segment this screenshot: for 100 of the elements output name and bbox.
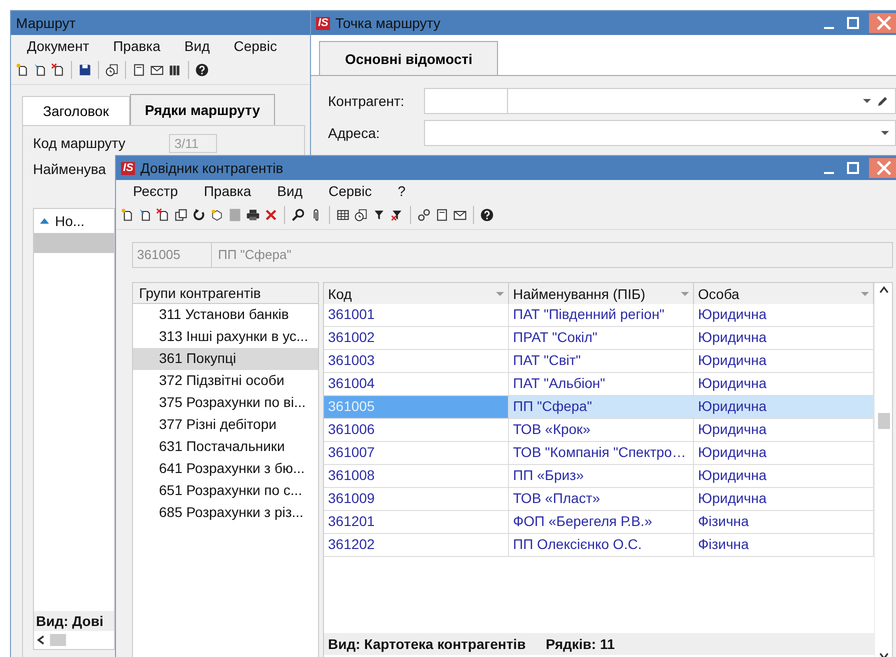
edit-document-icon[interactable] (138, 208, 152, 222)
menu-item[interactable]: Документ (15, 38, 102, 58)
menu-item[interactable]: Сервіс (315, 183, 385, 203)
group-item[interactable]: 361 Покупці (133, 348, 318, 370)
group-item[interactable]: 631 Постачальники (133, 436, 318, 458)
refresh-icon[interactable] (192, 208, 206, 222)
group-item[interactable]: 685 Розрахунки з різ... (133, 502, 318, 524)
table-cell: Юридична (694, 304, 874, 326)
combo-field[interactable] (424, 88, 896, 114)
table-row[interactable]: 361202 ПП Олексієнко О.С. Фізична (324, 534, 874, 557)
table-icon[interactable] (336, 208, 350, 222)
column-header[interactable]: Код (324, 283, 509, 304)
close-icon[interactable] (869, 157, 896, 179)
column-header[interactable]: Найменування (ПІБ) (509, 283, 694, 304)
dropdown-icon[interactable] (881, 131, 889, 135)
books-icon[interactable] (168, 63, 182, 77)
help-icon[interactable] (195, 63, 209, 77)
clear-filter-icon[interactable] (390, 208, 404, 222)
mail-icon[interactable] (150, 63, 164, 77)
column-header[interactable]: Особа (694, 283, 874, 304)
printer-icon[interactable] (246, 208, 260, 222)
table-row[interactable]: 361008 ПП «Бриз» Юридична (324, 465, 874, 488)
menu-item[interactable]: Вид (172, 38, 222, 58)
table-cell: 361005 (324, 396, 509, 418)
help-icon[interactable] (480, 208, 494, 222)
table-cell: 361003 (324, 350, 509, 372)
column-header: Групи контрагентів (133, 283, 318, 304)
copy-icon[interactable] (174, 208, 188, 222)
clock-document-icon[interactable] (105, 63, 119, 77)
table-row[interactable]: 361006 ТОВ «Крок» Юридична (324, 419, 874, 442)
group-item[interactable]: 372 Підзвітні особи (133, 370, 318, 392)
search-icon[interactable] (291, 208, 305, 222)
dropdown-icon[interactable] (863, 99, 871, 103)
combo-field[interactable] (424, 120, 896, 146)
form-icon[interactable] (132, 63, 146, 77)
table-row[interactable]: 361001 ПАТ "Південний регіон" Юридична (324, 304, 874, 327)
tab[interactable]: Рядки маршруту (130, 94, 276, 125)
menu-item[interactable]: ? (384, 183, 419, 203)
menu-item[interactable]: Реєстр (120, 183, 191, 203)
scroll-up-icon[interactable] (878, 285, 888, 295)
table-cell: ТОВ «Крок» (509, 419, 694, 441)
field-label: Найменува (33, 161, 106, 177)
table-cell: 361004 (324, 373, 509, 395)
group-item[interactable]: 311 Установи банків (133, 304, 318, 326)
scrollbar[interactable] (874, 283, 892, 657)
close-icon[interactable] (869, 12, 896, 34)
name-text: ПП "Сфера" (217, 246, 292, 264)
sort-up-icon (40, 218, 49, 224)
table-cell: ТОВ «Пласт» (509, 488, 694, 510)
scroll-thumb[interactable] (50, 634, 66, 646)
group-item[interactable]: 641 Розрахунки з бю... (133, 458, 318, 480)
menu-item[interactable]: Правка (101, 38, 172, 58)
scroll-thumb[interactable] (878, 413, 890, 429)
table-cell: 361002 (324, 327, 509, 349)
table-cell: 361001 (324, 304, 509, 326)
table-cell: ТОВ "Компанія "Спектро… (509, 442, 694, 464)
table-cell: Фізична (694, 511, 874, 533)
menu-item[interactable]: Вид (264, 183, 316, 203)
window-title: Довідник контрагентів (140, 160, 284, 176)
delete-document-icon[interactable] (51, 63, 65, 77)
mail-icon[interactable] (453, 208, 467, 222)
table-cell: 361202 (324, 534, 509, 556)
table-cell: Юридична (694, 327, 874, 349)
add-document-icon[interactable] (15, 63, 29, 77)
pencil-icon[interactable] (877, 95, 889, 107)
table-cell: Юридична (694, 442, 874, 464)
table-cell: 361201 (324, 511, 509, 533)
add-document-icon[interactable] (120, 208, 134, 222)
group-item[interactable]: 651 Розрахунки по с... (133, 480, 318, 502)
status-text: Вид: Дові (34, 611, 114, 631)
form-icon[interactable] (435, 208, 449, 222)
field-label: Адреса: (328, 125, 381, 141)
group-item[interactable]: 313 Інші рахунки в ус... (133, 326, 318, 348)
status-text: Вид: Картотека контрагентів (328, 636, 526, 652)
group-item[interactable]: 377 Різні дебітори (133, 414, 318, 436)
tab[interactable]: Заголовок (22, 96, 130, 125)
table-row[interactable]: 361007 ТОВ "Компанія "Спектро… Юридична (324, 442, 874, 465)
clock-document-icon[interactable] (354, 208, 368, 222)
tab[interactable]: Основні відомості (319, 41, 498, 75)
delete-document-icon[interactable] (156, 208, 170, 222)
table-row[interactable]: 361009 ТОВ «Пласт» Юридична (324, 488, 874, 511)
menu-item[interactable]: Правка (190, 183, 264, 203)
delete-icon[interactable] (264, 208, 278, 222)
logo: IS (316, 16, 330, 30)
maximize-icon[interactable] (845, 15, 861, 31)
window-title: Маршрут (16, 15, 76, 31)
table-row[interactable]: 361003 ПАТ "Світ" Юридична (324, 350, 874, 373)
table-cell: Юридична (694, 488, 874, 510)
menu-item[interactable]: Сервіс (222, 38, 289, 58)
table-cell: Юридична (694, 419, 874, 441)
scroll-left-icon[interactable] (36, 635, 46, 645)
table-cell: 361009 (324, 488, 509, 510)
table-row[interactable]: 361201 ФОП «Берегеля Р.В.» Фізична (324, 511, 874, 534)
maximize-icon[interactable] (845, 160, 861, 176)
filter-icon[interactable] (372, 208, 386, 222)
group-item[interactable]: 375 Розрахунки по ві... (133, 392, 318, 414)
edit-document-icon[interactable] (33, 63, 47, 77)
field-label: Код маршруту (33, 135, 126, 151)
table-row[interactable]: 361002 ПРАТ "Сокіл" Юридична (324, 327, 874, 350)
table-row[interactable]: 361005 ПП "Сфера" Юридична (324, 396, 874, 419)
